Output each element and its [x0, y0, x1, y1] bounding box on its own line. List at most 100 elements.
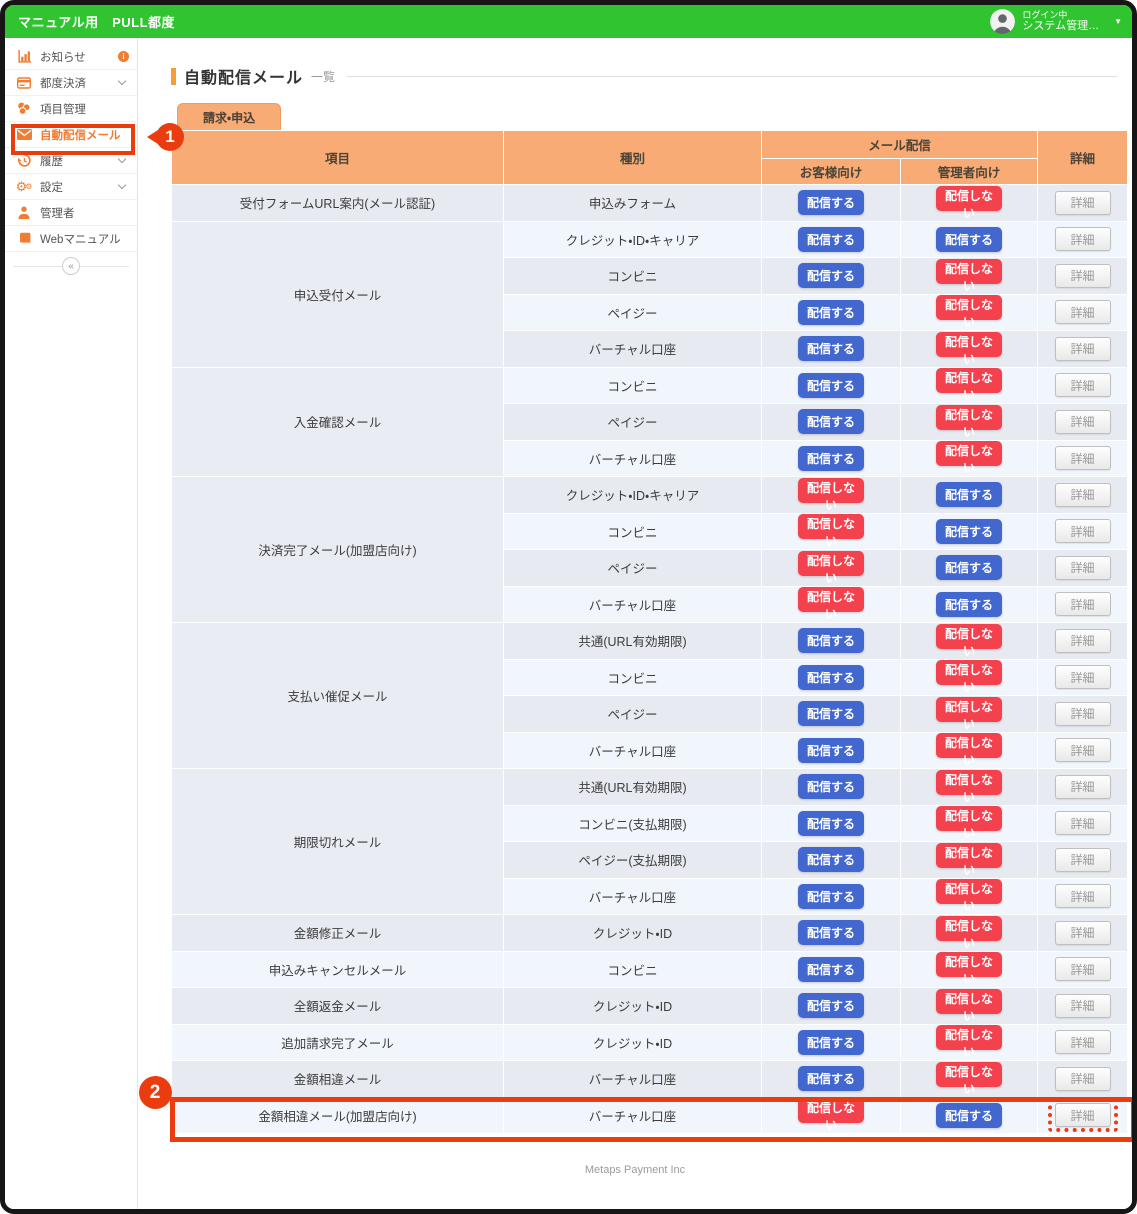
deliver-on-button[interactable]: 配信する: [936, 226, 1002, 252]
deliver-off-button[interactable]: 配信しない: [936, 915, 1002, 950]
sidebar-collapse-button[interactable]: «: [62, 257, 80, 275]
type-cell: ペイジー: [503, 293, 762, 331]
deliver-off-button[interactable]: 配信しない: [936, 952, 1002, 986]
deliver-off-button[interactable]: 配信しない: [936, 1025, 1002, 1059]
deliver-on-button[interactable]: 配信する: [798, 774, 864, 800]
title-accent-bar: [171, 67, 176, 85]
detail-button[interactable]: 詳細: [1054, 774, 1111, 799]
deliver-on-button[interactable]: 配信する: [798, 409, 864, 435]
admin-delivery-cell: 配信する: [899, 476, 1039, 514]
detail-button[interactable]: 詳細: [1054, 1103, 1111, 1128]
deliver-off-button[interactable]: 配信しない: [936, 295, 1002, 329]
deliver-off-button[interactable]: 配信しない: [936, 185, 1002, 220]
detail-button[interactable]: 詳細: [1054, 847, 1111, 872]
deliver-on-button[interactable]: 配信する: [798, 737, 864, 763]
deliver-off-button[interactable]: 配信しない: [798, 514, 864, 548]
deliver-off-button[interactable]: 配信しない: [936, 258, 1002, 293]
deliver-off-button[interactable]: 配信しない: [936, 623, 1002, 658]
detail-button[interactable]: 詳細: [1054, 628, 1111, 653]
sidebar-item-history[interactable]: 履歴: [5, 148, 137, 174]
customer-delivery-cell: 配信する: [761, 804, 901, 842]
detail-button[interactable]: 詳細: [1054, 519, 1111, 544]
sidebar-item-web-manual[interactable]: Webマニュアル: [5, 226, 137, 252]
deliver-off-button[interactable]: 配信しない: [936, 331, 1002, 366]
detail-button[interactable]: 詳細: [1054, 884, 1111, 909]
deliver-on-button[interactable]: 配信する: [798, 445, 864, 471]
deliver-on-button[interactable]: 配信する: [798, 920, 864, 946]
deliver-off-button[interactable]: 配信しない: [798, 587, 864, 621]
deliver-on-button[interactable]: 配信する: [798, 956, 864, 982]
detail-button[interactable]: 詳細: [1054, 738, 1111, 763]
deliver-on-button[interactable]: 配信する: [798, 701, 864, 727]
admin-delivery-cell: 配信しない: [899, 877, 1039, 915]
deliver-on-button[interactable]: 配信する: [798, 299, 864, 325]
detail-button[interactable]: 詳細: [1054, 373, 1111, 398]
deliver-on-button[interactable]: 配信する: [798, 628, 864, 654]
deliver-on-button[interactable]: 配信する: [936, 518, 1002, 544]
detail-button[interactable]: 詳細: [1054, 482, 1111, 507]
deliver-on-button[interactable]: 配信する: [798, 336, 864, 362]
deliver-off-button[interactable]: 配信しない: [936, 404, 1002, 439]
deliver-on-button[interactable]: 配信する: [798, 1066, 864, 1092]
deliver-on-button[interactable]: 配信する: [798, 993, 864, 1019]
sidebar-collapse-row: «: [5, 252, 137, 280]
item-cell: 全額返金メール: [171, 987, 504, 1025]
detail-button[interactable]: 詳細: [1054, 1066, 1111, 1091]
detail-button[interactable]: 詳細: [1054, 592, 1111, 617]
detail-cell: 詳細: [1037, 804, 1129, 842]
deliver-off-button[interactable]: 配信しない: [798, 477, 864, 512]
detail-button[interactable]: 詳細: [1054, 263, 1111, 288]
deliver-on-button[interactable]: 配信する: [798, 664, 864, 690]
deliver-off-button[interactable]: 配信しない: [936, 806, 1002, 840]
detail-button[interactable]: 詳細: [1054, 227, 1111, 252]
detail-button[interactable]: 詳細: [1054, 409, 1111, 434]
deliver-off-button[interactable]: 配信しない: [936, 733, 1002, 767]
deliver-on-button[interactable]: 配信する: [798, 883, 864, 909]
sidebar: お知らせ i 都度決済 項目管理 自動配信メール 履歴 ⚙ ⚙ 設定 管理者 W…: [5, 38, 138, 1209]
deliver-off-button[interactable]: 配信しない: [936, 696, 1002, 731]
deliver-on-button[interactable]: 配信する: [936, 555, 1002, 581]
deliver-on-button[interactable]: 配信する: [936, 1102, 1002, 1128]
deliver-off-button[interactable]: 配信しない: [798, 550, 864, 585]
deliver-off-button[interactable]: 配信しない: [936, 368, 1002, 402]
user-menu[interactable]: ログイン中 システム管理… ▼: [990, 9, 1122, 34]
deliver-on-button[interactable]: 配信する: [798, 263, 864, 289]
deliver-on-button[interactable]: 配信する: [798, 190, 864, 216]
detail-button[interactable]: 詳細: [1054, 1030, 1111, 1055]
detail-button[interactable]: 詳細: [1054, 811, 1111, 836]
detail-button[interactable]: 詳細: [1054, 190, 1111, 215]
detail-cell: 詳細: [1037, 658, 1129, 696]
detail-button[interactable]: 詳細: [1054, 300, 1111, 325]
deliver-on-button[interactable]: 配信する: [798, 372, 864, 398]
table-row: 金額修正メール クレジット・ID 配信する 配信しない 詳細: [171, 914, 1129, 952]
deliver-off-button[interactable]: 配信しない: [798, 1098, 864, 1132]
detail-button[interactable]: 詳細: [1054, 446, 1111, 471]
deliver-on-button[interactable]: 配信する: [936, 591, 1002, 617]
sidebar-item-admin[interactable]: 管理者: [5, 200, 137, 226]
deliver-off-button[interactable]: 配信しない: [936, 441, 1002, 475]
detail-button[interactable]: 詳細: [1054, 920, 1111, 945]
deliver-off-button[interactable]: 配信しない: [936, 879, 1002, 913]
deliver-on-button[interactable]: 配信する: [798, 1029, 864, 1055]
deliver-off-button[interactable]: 配信しない: [936, 769, 1002, 804]
detail-button[interactable]: 詳細: [1054, 336, 1111, 361]
deliver-on-button[interactable]: 配信する: [798, 847, 864, 873]
detail-button[interactable]: 詳細: [1054, 555, 1111, 580]
detail-button[interactable]: 詳細: [1054, 665, 1111, 690]
deliver-on-button[interactable]: 配信する: [936, 482, 1002, 508]
detail-button[interactable]: 詳細: [1054, 957, 1111, 982]
deliver-on-button[interactable]: 配信する: [798, 226, 864, 252]
deliver-off-button[interactable]: 配信しない: [936, 660, 1002, 694]
detail-button[interactable]: 詳細: [1054, 993, 1111, 1018]
sidebar-item-news[interactable]: お知らせ i: [5, 44, 137, 70]
sidebar-item-item-management[interactable]: 項目管理: [5, 96, 137, 122]
deliver-on-button[interactable]: 配信する: [798, 810, 864, 836]
deliver-off-button[interactable]: 配信しない: [936, 988, 1002, 1023]
tab-billing-application[interactable]: 請求・申込: [177, 103, 282, 130]
sidebar-item-auto-mail[interactable]: 自動配信メール: [5, 122, 137, 148]
detail-button[interactable]: 詳細: [1054, 701, 1111, 726]
deliver-off-button[interactable]: 配信しない: [936, 1061, 1002, 1096]
deliver-off-button[interactable]: 配信しない: [936, 842, 1002, 877]
sidebar-item-settings[interactable]: ⚙ ⚙ 設定: [5, 174, 137, 200]
sidebar-item-payments[interactable]: 都度決済: [5, 70, 137, 96]
